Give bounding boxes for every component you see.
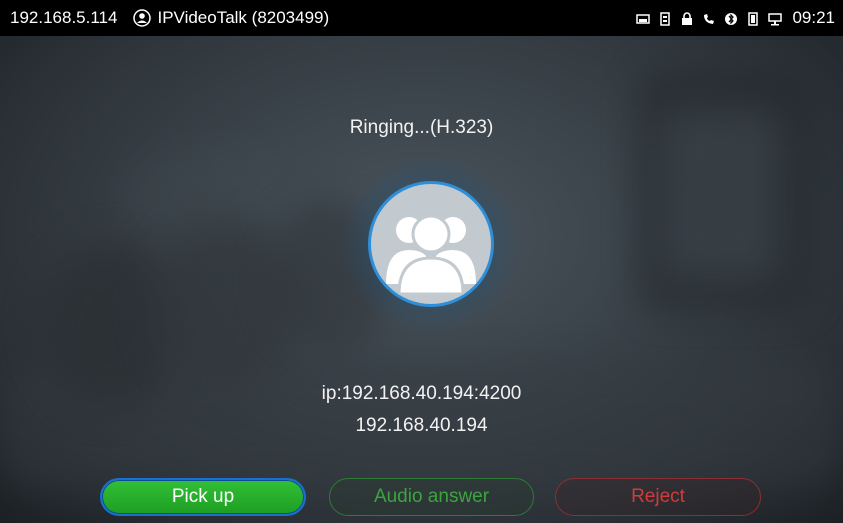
account-label: IPVideoTalk (8203499) (157, 8, 330, 27)
status-bar: 192.168.5.114 IPVideoTalk (8203499) 09:2… (0, 0, 843, 36)
contact-avatar (368, 181, 494, 307)
network-icon (768, 11, 783, 26)
reject-button[interactable]: Reject (555, 478, 761, 516)
pick-up-button[interactable]: Pick up (100, 478, 306, 516)
screen-icon (636, 11, 651, 25)
account-icon (133, 9, 152, 27)
audio-answer-button[interactable]: Audio answer (329, 478, 534, 516)
call-status: Ringing...(H.323) (349, 117, 494, 138)
remote-ip: ip:192.168.40.194:4200 (321, 383, 522, 404)
clock: 09:21 (792, 8, 835, 27)
incoming-call-screen: 192.168.5.114 IPVideoTalk (8203499) 09:2… (0, 0, 843, 523)
contacts-icon (386, 214, 476, 296)
account-info[interactable]: IPVideoTalk (8203499) (133, 8, 329, 28)
phone-icon (702, 11, 716, 25)
remote-name: 192.168.40.194 (355, 415, 488, 436)
sim-icon (658, 11, 672, 26)
status-icons: 09:21 (636, 8, 837, 28)
bluetooth-icon (724, 11, 738, 25)
lock-icon (680, 11, 694, 25)
local-ip: 192.168.5.114 (10, 8, 118, 27)
storage-icon (746, 11, 760, 26)
